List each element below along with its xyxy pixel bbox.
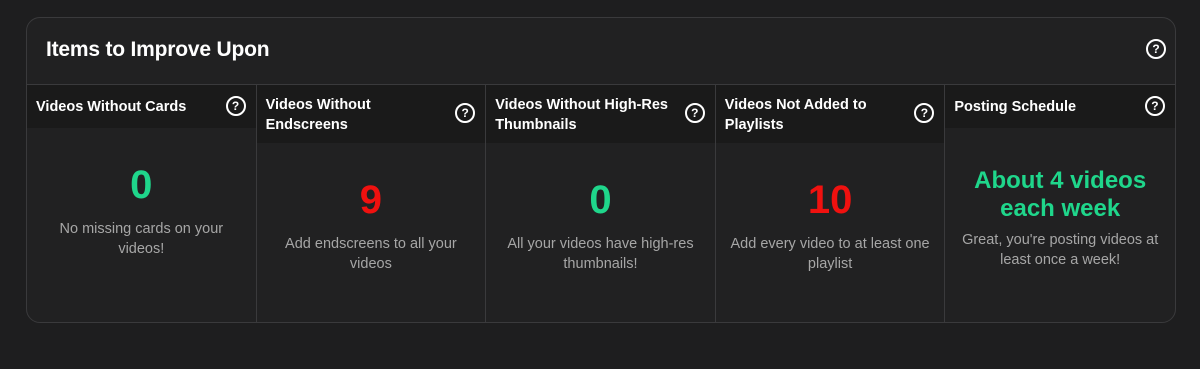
card-title: Items to Improve Upon: [46, 38, 270, 61]
metric-description: All your videos have high-res thumbnails…: [507, 236, 694, 272]
metric-value: 0: [130, 163, 153, 207]
help-icon[interactable]: ?: [455, 103, 476, 123]
metric-value: About 4 videos each week: [974, 167, 1147, 222]
metric-value: 10: [807, 178, 853, 222]
metric-header: Videos Not Added to Playlists ?: [715, 85, 945, 143]
metric-description: Great, you're posting videos at least on…: [962, 232, 1159, 268]
metric-videos-without-high-res-thumbnails: Videos Without High-Res Thumbnails ? 0 A…: [486, 85, 716, 322]
help-icon[interactable]: ?: [914, 103, 935, 123]
metric-videos-not-added-to-playlists: Videos Not Added to Playlists ? 10 Add e…: [715, 85, 946, 322]
help-icon[interactable]: ?: [225, 96, 246, 116]
metric-title: Videos Without Endscreens: [265, 97, 371, 133]
metric-description: Add endscreens to all your videos: [285, 236, 457, 272]
metric-title: Posting Schedule: [954, 99, 1077, 115]
items-to-improve-card: Items to Improve Upon ? Videos Without C…: [26, 17, 1176, 323]
metric-header: Videos Without Endscreens ?: [256, 85, 486, 143]
metric-title: Videos Without Cards: [36, 99, 187, 115]
metric-value: 9: [359, 178, 383, 222]
metric-body: 0 No missing cards on your videos!: [27, 163, 256, 259]
metric-videos-without-endscreens: Videos Without Endscreens ? 9 Add endscr…: [256, 85, 487, 322]
metric-body: About 4 videos each week Great, you're p…: [945, 167, 1175, 270]
metrics-row: Videos Without Cards ? 0 No missing card…: [27, 85, 1175, 322]
metric-title: Videos Not Added to Playlists: [724, 97, 867, 133]
metric-posting-schedule: Posting Schedule ? About 4 videos each w…: [945, 85, 1175, 322]
metric-header: Posting Schedule ?: [945, 85, 1175, 128]
metric-value: 0: [589, 178, 612, 222]
metric-videos-without-cards: Videos Without Cards ? 0 No missing card…: [27, 85, 257, 322]
metric-body: 9 Add endscreens to all your videos: [257, 178, 486, 274]
metric-body: 0 All your videos have high-res thumbnai…: [486, 178, 715, 274]
metric-header: Videos Without High-Res Thumbnails ?: [486, 85, 715, 143]
metric-body: 10 Add every video to at least one playl…: [716, 178, 945, 274]
card-header: Items to Improve Upon ?: [27, 18, 1175, 85]
metric-description: Add every video to at least one playlist: [730, 236, 930, 272]
help-icon[interactable]: ?: [1146, 39, 1166, 59]
metric-description: No missing cards on your videos!: [59, 221, 224, 257]
help-icon[interactable]: ?: [1144, 96, 1165, 116]
metric-title: Videos Without High-Res Thumbnails: [495, 97, 668, 133]
metric-header: Videos Without Cards ?: [27, 85, 256, 128]
help-icon[interactable]: ?: [684, 103, 705, 123]
